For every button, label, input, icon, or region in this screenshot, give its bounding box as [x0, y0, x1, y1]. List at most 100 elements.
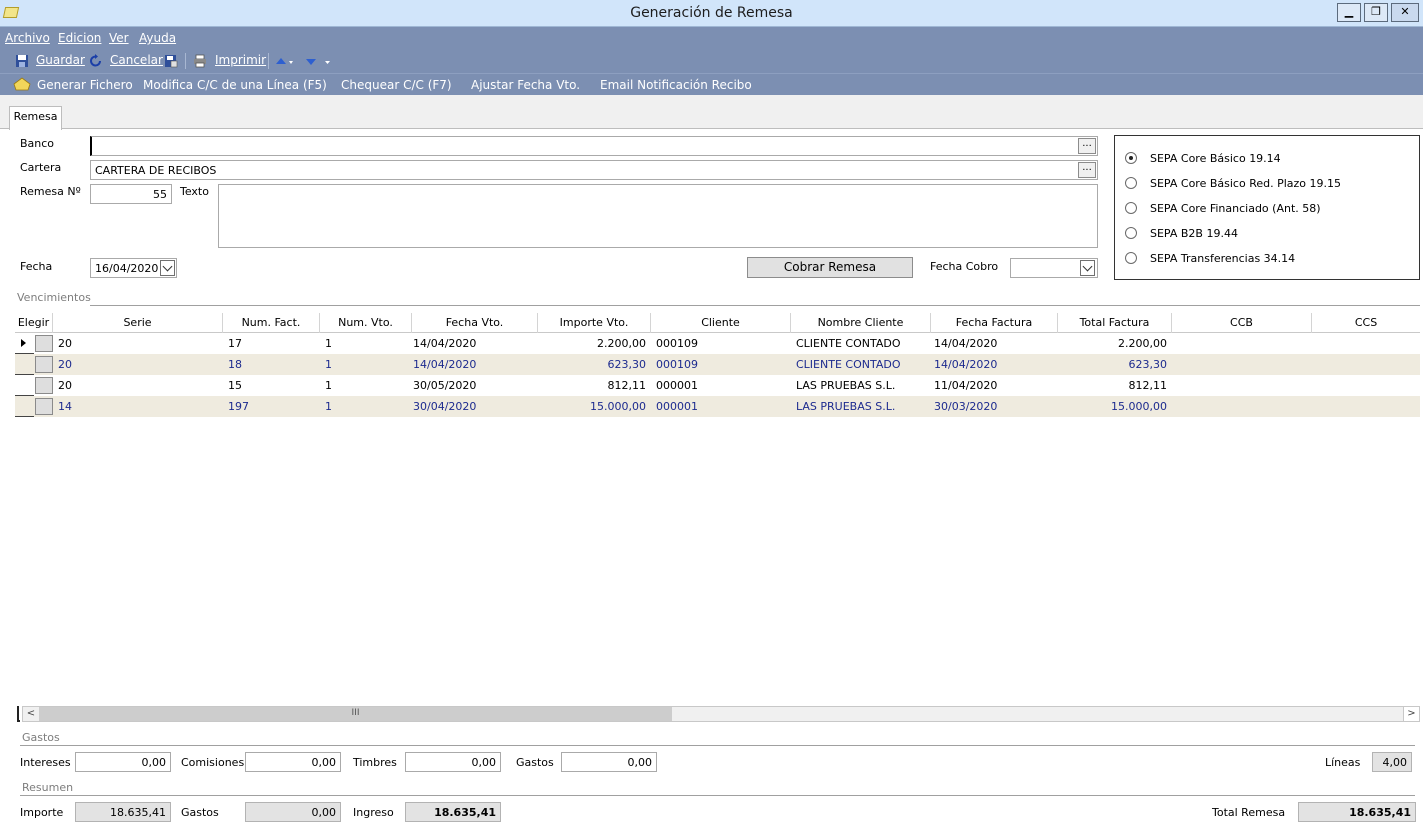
comisiones-input[interactable]: 0,00 [245, 752, 341, 772]
horizontal-scrollbar[interactable]: < III > [22, 706, 1420, 722]
table-row[interactable]: 20 17 1 14/04/2020 2.200,00 000109 CLIEN… [15, 333, 1420, 354]
cell-total-factura: 2.200,00 [1118, 337, 1167, 350]
cell-ccs [1312, 396, 1420, 417]
table-row[interactable]: 14 197 1 30/04/2020 15.000,00 000001 LAS… [15, 396, 1420, 417]
column-header[interactable]: Num. Fact. [223, 313, 320, 333]
close-button[interactable]: ✕ [1391, 3, 1419, 22]
cell-serie: 14 [58, 400, 72, 413]
column-header[interactable]: CCB [1172, 313, 1312, 333]
cell-cliente: 000001 [656, 400, 698, 413]
scroll-left-button[interactable]: < [23, 707, 39, 721]
generar-fichero-button[interactable]: Generar Fichero [37, 78, 133, 92]
cartera-lookup-button[interactable]: ... [1078, 162, 1096, 178]
column-header[interactable]: Importe Vto. [538, 313, 651, 333]
save-button[interactable]: Guardar [36, 53, 85, 67]
cartera-input[interactable]: CARTERA DE RECIBOS [90, 160, 1098, 180]
intereses-input[interactable]: 0,00 [75, 752, 171, 772]
timbres-input[interactable]: 0,00 [405, 752, 501, 772]
column-header[interactable]: Nombre Cliente [791, 313, 931, 333]
fecha-cobro-label: Fecha Cobro [930, 260, 999, 273]
scroll-thumb[interactable]: III [39, 707, 672, 721]
cell-num-vto: 1 [325, 337, 332, 350]
remesa-number-input[interactable]: 55 [90, 184, 172, 204]
cell-nombre-cliente: LAS PRUEBAS S.L. [796, 400, 896, 413]
cell-fecha-factura: 14/04/2020 [934, 358, 998, 371]
chequear-cc-button[interactable]: Chequear C/C (F7) [341, 78, 452, 92]
cell-fecha-factura: 14/04/2020 [934, 337, 998, 350]
gastos-input[interactable]: 0,00 [561, 752, 657, 772]
modifica-cc-button[interactable]: Modifica C/C de una Línea (F5) [143, 78, 327, 92]
column-header[interactable]: Fecha Vto. [412, 313, 538, 333]
grid-header: Elegir Serie Num. Fact. Num. Vto. Fecha … [15, 313, 1420, 333]
menu-ayuda[interactable]: Ayuda [139, 31, 176, 45]
table-row[interactable]: 20 18 1 14/04/2020 623,30 000109 CLIENTE… [15, 354, 1420, 375]
menu-edicion[interactable]: Edicion [58, 31, 101, 45]
menu-ver[interactable]: Ver [109, 31, 129, 45]
print-button[interactable]: Imprimir [215, 53, 266, 67]
elegir-checkbox[interactable] [35, 356, 53, 373]
restore-button[interactable]: ❐ [1364, 3, 1388, 22]
current-row-icon [21, 339, 26, 347]
table-row[interactable]: 20 15 1 30/05/2020 812,11 000001 LAS PRU… [15, 375, 1420, 396]
row-selector[interactable] [15, 354, 34, 375]
previous-record-icon[interactable] [275, 55, 295, 69]
comisiones-label: Comisiones [181, 756, 245, 769]
cell-ccb [1172, 396, 1312, 417]
cancel-button[interactable]: Cancelar [110, 53, 163, 67]
intereses-label: Intereses [20, 756, 71, 769]
radio-button[interactable] [1125, 177, 1137, 189]
column-header[interactable]: Elegir [15, 313, 53, 333]
cell-fecha-vto: 14/04/2020 [413, 358, 477, 371]
cell-cliente: 000109 [656, 358, 698, 371]
divider [20, 745, 1415, 746]
cell-ccb [1172, 375, 1312, 396]
column-header[interactable]: Fecha Factura [931, 313, 1058, 333]
tab-remesa[interactable]: Remesa [9, 106, 62, 130]
column-header[interactable]: CCS [1312, 313, 1420, 333]
cell-fecha-vto: 30/05/2020 [413, 379, 477, 392]
column-header[interactable]: Num. Vto. [320, 313, 412, 333]
cell-importe-vto: 15.000,00 [590, 400, 646, 413]
radio-button[interactable] [1125, 252, 1137, 264]
cell-total-factura: 812,11 [1128, 379, 1168, 392]
fecha-cobro-dropdown-button[interactable] [1080, 260, 1095, 276]
menu-archivo[interactable]: Archivo [5, 31, 50, 45]
banco-input[interactable] [90, 136, 1098, 156]
lineas-value: 4,00 [1372, 752, 1412, 772]
elegir-checkbox[interactable] [35, 377, 53, 394]
cell-fecha-vto: 14/04/2020 [413, 337, 477, 350]
scroll-right-button[interactable]: > [1403, 707, 1419, 721]
row-selector[interactable] [15, 396, 34, 417]
fecha-dropdown-button[interactable] [160, 260, 175, 276]
cell-num-vto: 1 [325, 379, 332, 392]
cell-serie: 20 [58, 379, 72, 392]
column-header[interactable]: Serie [53, 313, 223, 333]
radio-button[interactable] [1125, 202, 1137, 214]
row-selector[interactable] [15, 333, 34, 354]
cell-nombre-cliente: CLIENTE CONTADO [796, 337, 901, 350]
save-as-icon[interactable] [164, 54, 178, 68]
banco-lookup-button[interactable]: ... [1078, 138, 1096, 154]
row-selector[interactable] [15, 375, 34, 396]
elegir-checkbox[interactable] [35, 398, 53, 415]
cell-cliente: 000109 [656, 337, 698, 350]
column-header[interactable]: Cliente [651, 313, 791, 333]
elegir-checkbox[interactable] [35, 335, 53, 352]
ajustar-fecha-button[interactable]: Ajustar Fecha Vto. [471, 78, 580, 92]
cell-cliente: 000001 [656, 379, 698, 392]
total-remesa-value: 18.635,41 [1298, 802, 1416, 822]
next-record-icon[interactable] [305, 55, 333, 69]
column-header[interactable]: Total Factura [1058, 313, 1172, 333]
divider [20, 795, 1415, 796]
radio-button[interactable] [1125, 227, 1137, 239]
tab-strip: Remesa [0, 95, 1423, 130]
email-notificacion-button[interactable]: Email Notificación Recibo [600, 78, 752, 92]
cell-num-fact: 15 [228, 379, 242, 392]
cell-ccb [1172, 354, 1312, 375]
cobrar-remesa-button[interactable]: Cobrar Remesa [747, 257, 913, 278]
radio-button[interactable] [1125, 152, 1137, 164]
cell-num-vto: 1 [325, 400, 332, 413]
cell-importe-vto: 2.200,00 [597, 337, 646, 350]
minimize-button[interactable]: ▁ [1337, 3, 1361, 22]
texto-input[interactable] [218, 184, 1098, 248]
